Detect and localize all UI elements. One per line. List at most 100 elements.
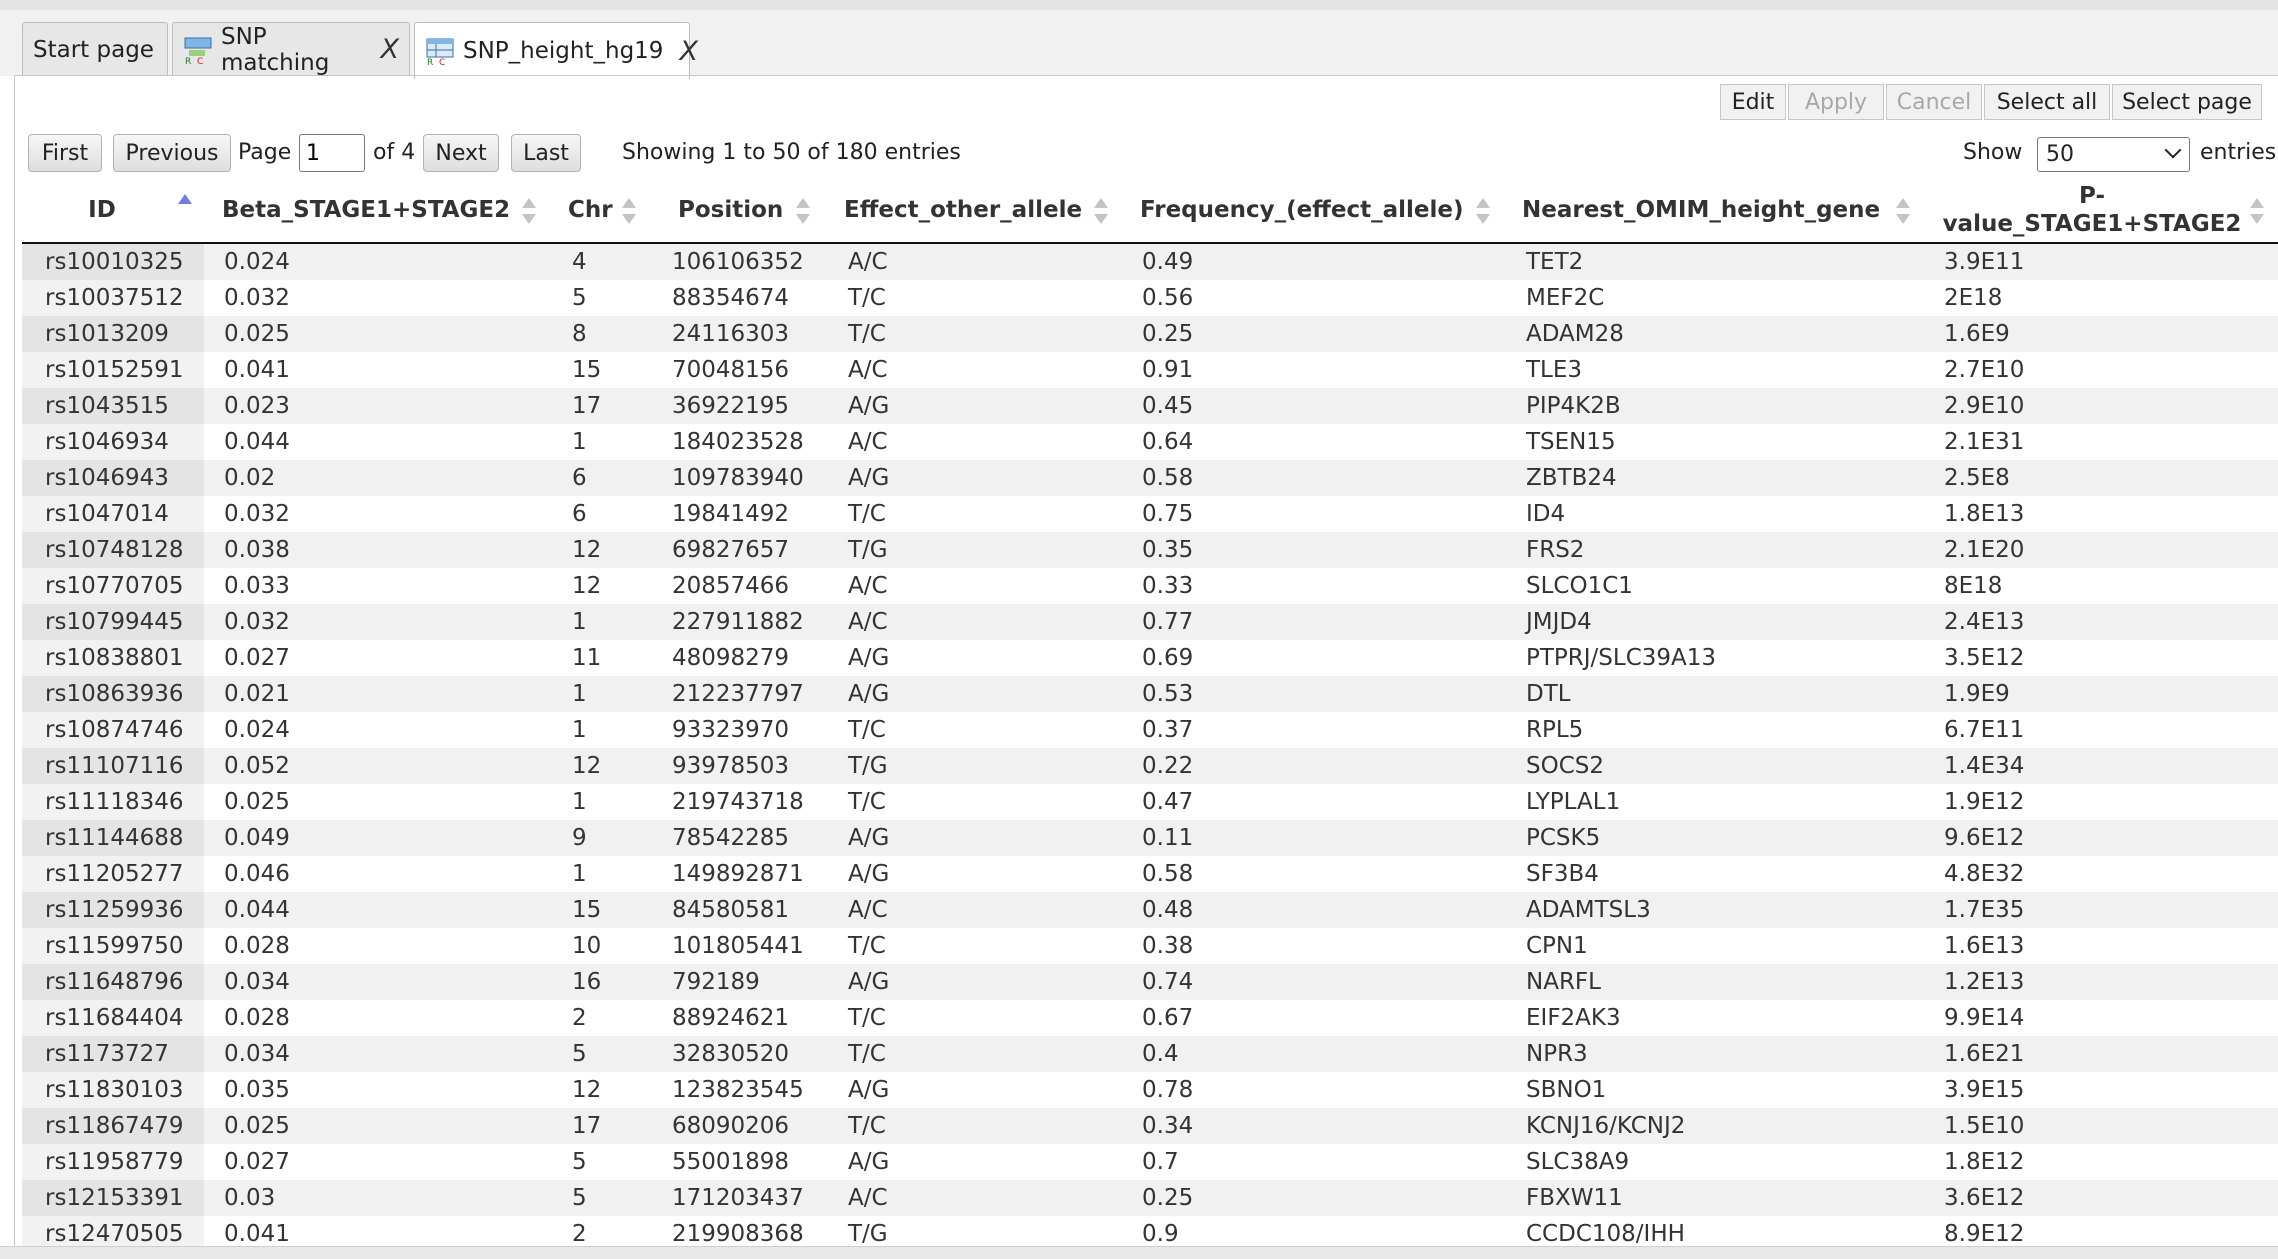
table-row[interactable]: rs11867479 0.025 17 68090206 T/C 0.34 KCNJ16/K… [22, 1108, 2278, 1144]
cell-position: 88924621 [672, 1005, 790, 1031]
sort-icon[interactable] [1896, 198, 1910, 224]
table-row[interactable]: rs10152591 0.041 15 70048156 A/C 0.91 TLE3 2.7E… [22, 352, 2278, 388]
table-row[interactable]: rs10748128 0.038 12 69827657 T/G 0.35 FRS2 2.1E… [22, 532, 2278, 568]
cell-nearest-gene: SOCS2 [1526, 753, 1604, 779]
cell-effect-allele: T/C [848, 1113, 886, 1139]
table-row[interactable]: rs11259936 0.044 15 84580581 A/C 0.48 ADAMTSL3… [22, 892, 2278, 928]
sort-icon[interactable] [622, 198, 636, 224]
previous-page-button[interactable]: Previous [113, 134, 231, 172]
cell-nearest-gene: ID4 [1526, 501, 1566, 527]
page-label: Page [238, 140, 292, 165]
table-row[interactable]: rs11830103 0.035 12 123823545 A/G 0.78 SBNO1 3.… [22, 1072, 2278, 1108]
cell-pvalue: 4.8E32 [1944, 861, 2025, 887]
column-header-pvalue[interactable]: P- value_STAGE1+STAGE2 [1938, 178, 2246, 242]
cell-chr: 6 [572, 501, 587, 527]
select-page-button[interactable]: Select page [2112, 84, 2262, 120]
table-row[interactable]: rs11684404 0.028 2 88924621 T/C 0.67 EIF2AK3 9.… [22, 1000, 2278, 1036]
table-row[interactable]: rs10863936 0.021 1 212237797 A/G 0.53 DTL 1.9E9 [22, 676, 2278, 712]
cell-pvalue: 1.9E12 [1944, 789, 2025, 815]
cell-nearest-gene: SLC38A9 [1526, 1149, 1630, 1175]
column-header-nearest-gene[interactable]: Nearest_OMIM_height_gene [1522, 178, 1912, 242]
table-row[interactable]: rs10799445 0.032 1 227911882 A/C 0.77 JMJD4 2.4… [22, 604, 2278, 640]
column-header-id[interactable]: ID [22, 178, 182, 242]
cell-effect-allele: A/C [848, 357, 888, 383]
cell-chr: 6 [572, 465, 587, 491]
column-header-effect-other-allele[interactable]: Effect_other_allele [844, 178, 1104, 242]
cancel-button[interactable]: Cancel [1886, 84, 1982, 120]
page-number-input[interactable] [299, 134, 365, 172]
tab-snp-height-hg19[interactable]: R C SNP_height_hg19 X [414, 22, 698, 79]
cell-effect-allele: A/C [848, 1185, 888, 1211]
cell-chr: 5 [572, 1149, 587, 1175]
table-row[interactable]: rs10874746 0.024 1 93323970 T/C 0.37 RPL5 6.7E1… [22, 712, 2278, 748]
close-icon[interactable]: X [381, 34, 400, 65]
column-header-chr[interactable]: Chr [568, 178, 648, 242]
cell-pvalue: 2.1E31 [1944, 429, 2025, 455]
table-row[interactable]: rs1013209 0.025 8 24116303 T/C 0.25 ADAM28 1.6E… [22, 316, 2278, 352]
close-icon[interactable]: X [679, 36, 698, 67]
cell-id: rs1013209 [22, 316, 204, 352]
sort-ascending-icon[interactable] [178, 194, 192, 220]
sort-icon[interactable] [1094, 198, 1108, 224]
tab-start-page[interactable]: Start page [22, 22, 168, 76]
table-row[interactable]: rs1173727 0.034 5 32830520 T/C 0.4 NPR3 1.6E21 [22, 1036, 2278, 1072]
cell-position: 123823545 [672, 1077, 804, 1103]
sort-icon[interactable] [796, 198, 810, 224]
cell-chr: 12 [572, 573, 602, 599]
cell-beta: 0.028 [224, 933, 290, 959]
table-row[interactable]: rs11599750 0.028 10 101805441 T/C 0.38 CPN1 1.6… [22, 928, 2278, 964]
table-row[interactable]: rs12153391 0.03 5 171203437 A/C 0.25 FBXW11 3.6… [22, 1180, 2278, 1216]
cell-pvalue: 2.4E13 [1944, 609, 2025, 635]
select-all-button[interactable]: Select all [1984, 84, 2110, 120]
cell-frequency: 0.75 [1142, 501, 1194, 527]
table-row[interactable]: rs11958779 0.027 5 55001898 A/G 0.7 SLC38A9 1.8… [22, 1144, 2278, 1180]
cell-effect-allele: A/C [848, 249, 888, 275]
column-header-beta[interactable]: Beta_STAGE1+STAGE2 [222, 178, 542, 242]
page-size-select[interactable]: 50 [2037, 137, 2190, 172]
table-row[interactable]: rs1043515 0.023 17 36922195 A/G 0.45 PIP4K2B 2.… [22, 388, 2278, 424]
table-row[interactable]: rs10010325 0.024 4 106106352 A/C 0.49 TET2 3.9E… [22, 244, 2278, 280]
cell-nearest-gene: ADAM28 [1526, 321, 1624, 347]
cell-id: rs10874746 [22, 712, 204, 748]
table-row[interactable]: rs11205277 0.046 1 149892871 A/G 0.58 SF3B4 4.8… [22, 856, 2278, 892]
first-page-button[interactable]: First [28, 134, 102, 172]
table-row[interactable]: rs11144688 0.049 9 78542285 A/G 0.11 PCSK5 9.6E… [22, 820, 2278, 856]
table-row[interactable]: rs10770705 0.033 12 20857466 A/C 0.33 SLCO1C1 8… [22, 568, 2278, 604]
cell-pvalue: 2.7E10 [1944, 357, 2025, 383]
cell-frequency: 0.48 [1142, 897, 1194, 923]
cell-beta: 0.034 [224, 1041, 290, 1067]
cell-frequency: 0.56 [1142, 285, 1194, 311]
table-row[interactable]: rs11107116 0.052 12 93978503 T/G 0.22 SOCS2 1.4… [22, 748, 2278, 784]
edit-button[interactable]: Edit [1720, 84, 1786, 120]
table-row[interactable]: rs10037512 0.032 5 88354674 T/C 0.56 MEF2C 2E18 [22, 280, 2278, 316]
cell-id: rs1047014 [22, 496, 204, 532]
cell-pvalue: 1.8E13 [1944, 501, 2025, 527]
table-row[interactable]: rs1046934 0.044 1 184023528 A/C 0.64 TSEN15 2.1… [22, 424, 2278, 460]
next-page-button[interactable]: Next [423, 134, 499, 172]
table-row[interactable]: rs11118346 0.025 1 219743718 T/C 0.47 LYPLAL1 1… [22, 784, 2278, 820]
sort-icon[interactable] [1476, 198, 1490, 224]
column-header-frequency[interactable]: Frequency_(effect_allele) [1140, 178, 1500, 242]
table-row[interactable]: rs10838801 0.027 11 48098279 A/G 0.69 PTPRJ/SL… [22, 640, 2278, 676]
cell-beta: 0.052 [224, 753, 290, 779]
cell-nearest-gene: TSEN15 [1526, 429, 1616, 455]
cell-effect-allele: A/G [848, 393, 890, 419]
cell-position: 20857466 [672, 573, 790, 599]
cell-id: rs10748128 [22, 532, 204, 568]
cell-position: 68090206 [672, 1113, 790, 1139]
table-row[interactable]: rs1046943 0.02 6 109783940 A/G 0.58 ZBTB24 2.5E… [22, 460, 2278, 496]
apply-button[interactable]: Apply [1788, 84, 1884, 120]
cell-pvalue: 3.6E12 [1944, 1185, 2025, 1211]
cell-nearest-gene: PCSK5 [1526, 825, 1601, 851]
cell-pvalue: 3.9E11 [1944, 249, 2025, 275]
sort-icon[interactable] [2250, 198, 2264, 224]
tab-snp-matching[interactable]: R C SNP matching X [172, 22, 410, 76]
cell-id: rs1046934 [22, 424, 204, 460]
table-row[interactable]: rs11648796 0.034 16 792189 A/G 0.74 NARFL 1.2E1… [22, 964, 2278, 1000]
cell-pvalue: 1.6E21 [1944, 1041, 2025, 1067]
horizontal-scrollbar[interactable] [0, 1246, 2278, 1259]
table-row[interactable]: rs1047014 0.032 6 19841492 T/C 0.75 ID4 1.8E13 [22, 496, 2278, 532]
sort-icon[interactable] [522, 198, 536, 224]
cell-pvalue: 3.5E12 [1944, 645, 2025, 671]
last-page-button[interactable]: Last [511, 134, 581, 172]
